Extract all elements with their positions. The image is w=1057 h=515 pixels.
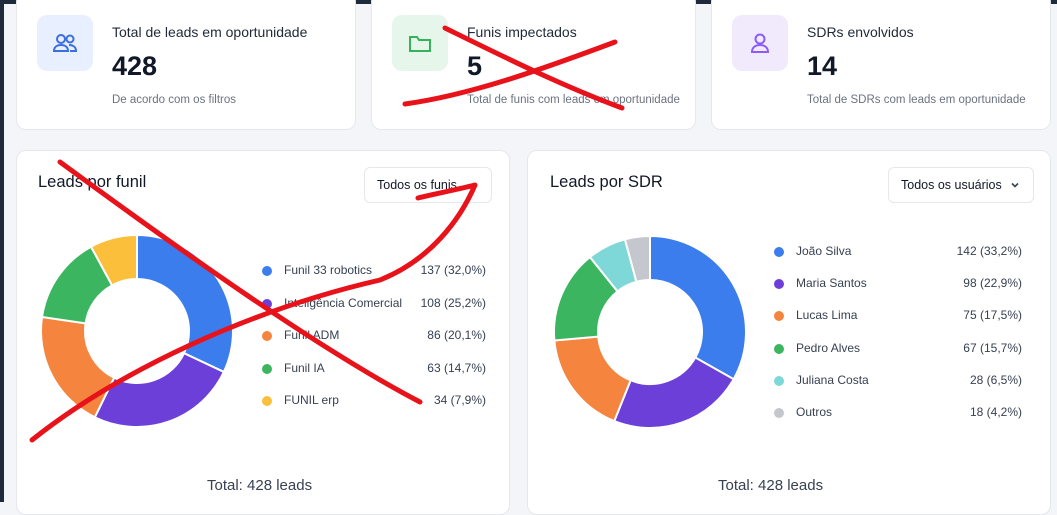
stat-card-sdrs: SDRs envolvidos 14 Total de SDRs com lea… [711, 0, 1051, 130]
users-icon [37, 15, 93, 71]
stat-note: Total de SDRs com leads em oportunidade [807, 94, 1026, 106]
sdr-donut-chart [553, 235, 747, 429]
funnel-donut-chart [40, 233, 234, 428]
legend-name: Funil ADM [284, 328, 340, 342]
legend-dot [262, 363, 272, 374]
legend-value: 28 (6,5%) [969, 372, 1022, 387]
legend-value: 34 (7,9%) [433, 393, 486, 407]
chevron-down-icon [1011, 182, 1019, 188]
legend-dot [262, 298, 272, 309]
legend-value: 137 (32,0%) [420, 263, 486, 277]
legend-value: 142 (33,2%) [956, 244, 1022, 258]
donut-slice-1[interactable] [93, 351, 226, 428]
legend-item[interactable]: Outros 18 (4,2%) [774, 403, 1022, 423]
legend-item[interactable]: Funil ADM 86 (20,1%) [262, 326, 486, 346]
sdr-filter-select[interactable]: Todos os usuários [888, 167, 1034, 203]
stat-note: Total de funis com leads em oportunidade [467, 94, 680, 106]
stat-label: SDRs envolvidos [807, 24, 914, 40]
stat-card-total-leads: Total de leads em oportunidade 428 De ac… [16, 0, 356, 130]
donut-slice-0[interactable] [649, 235, 747, 381]
legend-value: 75 (17,5%) [963, 308, 1022, 323]
legend-dot [774, 311, 784, 322]
stat-note: De acordo com os filtros [112, 94, 236, 106]
donut-slice-2[interactable] [553, 335, 632, 423]
folder-icon [392, 15, 448, 71]
stat-value: 5 [467, 51, 483, 81]
stat-value: 428 [112, 51, 158, 81]
legend-item[interactable]: FUNIL erp 34 (7,9%) [262, 391, 486, 411]
legend-value: 86 (20,1%) [427, 328, 486, 342]
legend-item[interactable]: Inteligência Comercial 108 (25,2%) [262, 294, 486, 314]
legend-item[interactable]: Juliana Costa 28 (6,5%) [774, 371, 1022, 391]
legend-dot [774, 343, 784, 354]
legend-name: João Silva [796, 244, 852, 258]
legend-name: Lucas Lima [796, 308, 858, 323]
legend-item[interactable]: Funil IA 63 (14,7%) [262, 359, 486, 379]
total-label: Total: 428 leads [207, 477, 313, 494]
legend-value: 98 (22,9%) [963, 276, 1022, 291]
legend-name: Funil 33 robotics [284, 263, 373, 277]
legend-item[interactable]: Lucas Lima 75 (17,5%) [774, 306, 1022, 326]
stat-label: Funis impectados [467, 24, 577, 40]
legend-name: Pedro Alves [796, 340, 861, 355]
legend-name: Outros [796, 405, 833, 419]
stat-label: Total de leads em oportunidade [112, 24, 308, 40]
legend-value: 63 (14,7%) [427, 360, 486, 375]
legend-dot [774, 247, 784, 257]
legend-value: 67 (15,7%) [963, 340, 1022, 355]
legend-dot [262, 266, 272, 276]
legend-name: Juliana Costa [796, 372, 869, 387]
legend-dot [774, 408, 784, 418]
filter-label: Todos os funis [377, 178, 457, 192]
legend-item[interactable]: Pedro Alves 67 (15,7%) [774, 339, 1022, 359]
user-icon [732, 15, 788, 71]
legend-item[interactable]: Funil 33 robotics 137 (32,0%) [262, 261, 486, 281]
stat-value: 14 [807, 51, 838, 81]
legend-dot [774, 375, 784, 386]
total-label: Total: 428 leads [718, 477, 824, 494]
window-frame-left [0, 0, 4, 502]
legend-name: Maria Santos [796, 276, 867, 291]
legend-dot [262, 396, 272, 406]
panel-title: Leads por funil [38, 173, 147, 191]
legend-dot [774, 279, 784, 290]
legend-item[interactable]: Maria Santos 98 (22,9%) [774, 274, 1022, 294]
filter-label: Todos os usuários [901, 178, 1002, 192]
donut-slice-2[interactable] [40, 315, 116, 419]
donut-slice-0[interactable] [136, 233, 234, 374]
legend-name: Funil IA [284, 360, 325, 375]
panel-title: Leads por SDR [550, 173, 663, 191]
stat-card-funnels: Funis impectados 5 Total de funis com le… [371, 0, 696, 130]
legend-name: Inteligência Comercial [284, 295, 403, 310]
legend-name: FUNIL erp [284, 393, 339, 407]
legend-item[interactable]: João Silva 142 (33,2%) [774, 242, 1022, 262]
legend-dot [262, 331, 272, 341]
donut-slice-1[interactable] [612, 356, 735, 429]
legend-value: 108 (25,2%) [420, 295, 486, 310]
legend-value: 18 (4,2%) [969, 405, 1022, 419]
funnel-filter-select[interactable]: Todos os funis [364, 167, 492, 203]
